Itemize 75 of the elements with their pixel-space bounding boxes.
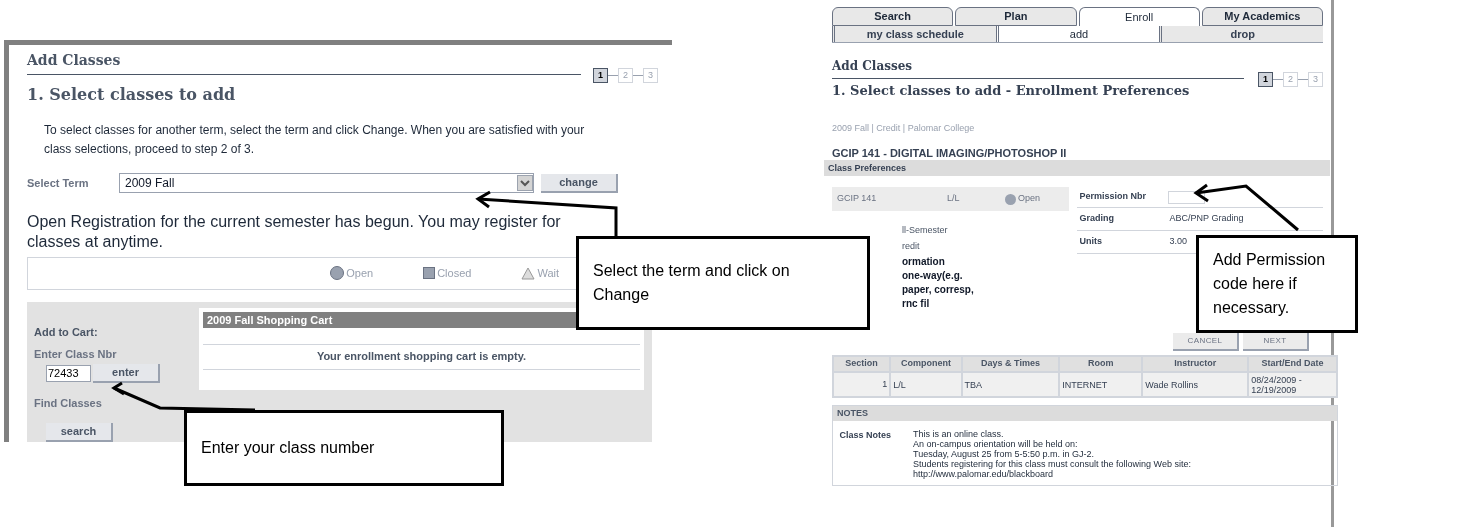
component-text: L/L [947,192,961,206]
step-heading: 1. Select classes to add [27,84,236,106]
section-header: Class Preferences [824,160,1330,176]
nav-tab[interactable]: Enroll [1078,7,1200,26]
callout-box: Enter your class number [184,410,504,486]
enter-button[interactable]: enter [93,363,160,383]
step-indicator: 3 [643,68,658,83]
nav-tab[interactable]: Search [832,7,954,26]
class-number-field[interactable]: 72433 [46,364,91,382]
table-cell: 08/24/2009 - 12/19/2009 [1248,372,1337,397]
legend-label: Wait [537,266,559,281]
dropdown-caret-icon [517,175,533,191]
sub-tab[interactable]: drop [1159,26,1323,42]
step-indicator: 2 [1283,72,1298,87]
wait-triangle-icon [521,266,536,280]
search-button[interactable]: search [46,423,113,442]
callout-box: Add Permission code here if necessary. [1196,235,1358,333]
table-cell: 1 [833,372,891,397]
legend-label: Open [346,266,374,281]
class-notes-label: Class Notes [838,429,892,442]
table-cell: TBA [961,372,1060,397]
class-detail-text: ll-Semester [902,224,949,237]
column-header: Start/End Date [1248,356,1337,372]
callout-box: Select the term and click on Change [576,236,870,330]
open-status-icon [1005,193,1016,205]
units-label: Units [1079,235,1104,249]
table-cell: INTERNET [1059,372,1143,397]
note-text: This is an online class. [913,429,1005,439]
action-button[interactable]: CANCEL [1173,333,1239,351]
term-select[interactable]: 2009 Fall [119,173,534,193]
closed-square-icon [423,267,436,280]
note-text: Tuesday, August 25 from 5-5:50 p.m. in GJ-2. [913,449,1096,459]
column-header: Room [1059,356,1143,372]
legend-label: Closed [437,266,472,281]
step-indicator: 1 [1258,72,1273,87]
nav-tab[interactable]: Plan [955,7,1077,26]
table-cell: Wade Rollins [1142,372,1249,397]
class-detail-text: redit [902,240,921,253]
units-value: 3.00 [1169,235,1188,249]
status-text: Open [1018,192,1041,206]
sub-tab[interactable]: my class schedule [832,26,996,42]
class-detail-text: one-way(e.g. [902,270,964,281]
note-text: http://www.palomar.edu/blackboard [913,469,1055,479]
permission-label: Permission Nbr [1079,190,1148,204]
change-button[interactable]: change [541,173,618,193]
class-detail-text: ormation [902,256,946,267]
term-label: Select Term [27,175,90,191]
notes-header: NOTES [833,406,1337,421]
grading-value: ABC/PNP Grading [1169,212,1244,226]
page-title: Add Classes [27,52,121,68]
registration-notice: Open Registration for the current semester has begun. You may register for classes at anytime. [27,212,562,252]
step-indicator: 3 [1308,72,1323,87]
column-header: Days & Times [961,356,1060,372]
course-title: GCIP 141 - DIGITAL IMAGING/PHOTOSHOP II [832,147,1067,160]
find-classes-label: Find Classes [34,395,102,411]
step-heading: 1. Select classes to add - Enrollment Preferences [832,82,1190,100]
action-button[interactable]: NEXT [1243,333,1309,351]
grading-label: Grading [1079,212,1116,226]
step-indicator: 2 [618,68,633,83]
note-text: An on-campus orientation will be held on: [913,439,1079,449]
class-number-label: Enter Class Nbr [34,347,117,362]
column-header: Component [890,356,962,372]
class-detail-text: paper, corresp, [902,284,975,295]
class-detail-text: rnc fil [902,298,931,309]
empty-cart-message: Your enrollment shopping cart is empty. [316,349,527,365]
term-info: 2009 Fall | Credit | Palomar College [832,121,975,135]
page-title: Add Classes [832,59,913,73]
column-header: Instructor [1142,356,1249,372]
step-indicator: 1 [593,68,608,83]
add-to-cart-label: Add to Cart: [34,324,98,340]
nav-tab[interactable]: My Academics [1201,7,1323,26]
class-code: GCIP 141 [837,192,878,206]
instructions-text: To select classes for another term, select the term and click Change. When you are satisfied with your class selections, proceed to step 2 of 3. [44,122,586,158]
note-text: Students registering for this class must consult the following Web site: [913,459,1192,469]
column-header: Section [833,356,891,372]
